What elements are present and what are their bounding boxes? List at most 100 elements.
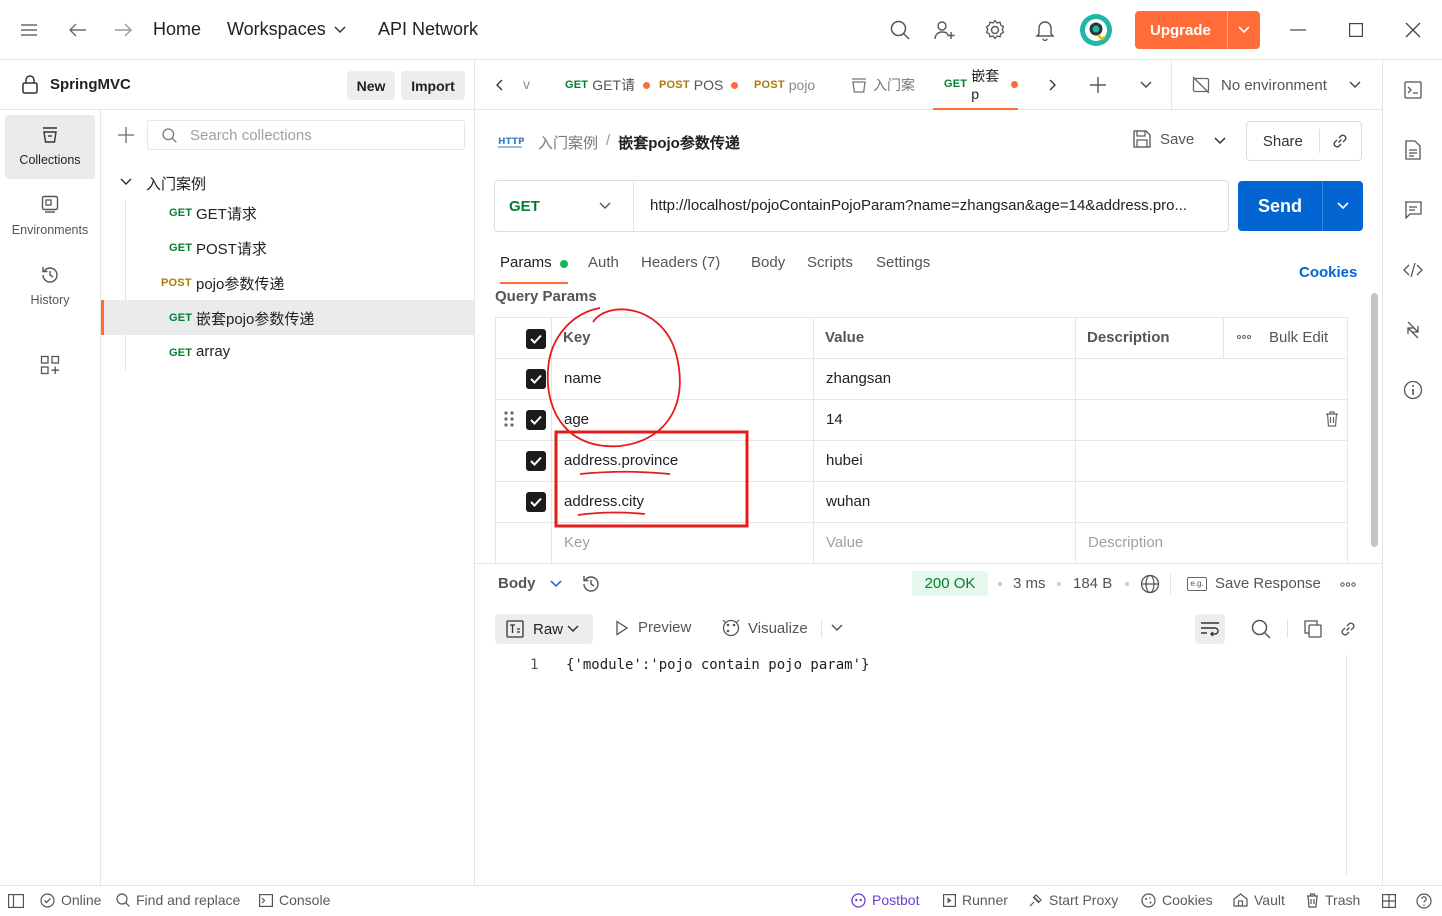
param-value[interactable]: hubei (826, 451, 863, 471)
param-key[interactable]: name (564, 369, 602, 389)
select-all-checkbox[interactable] (526, 329, 546, 349)
tab[interactable]: v (523, 76, 535, 92)
search-icon[interactable] (888, 18, 912, 42)
tab-settings[interactable]: Settings (876, 254, 930, 271)
cookies-link[interactable]: Cookies (1299, 264, 1357, 281)
search-icon[interactable] (1250, 618, 1272, 640)
workspaces-menu[interactable]: Workspaces (227, 19, 346, 40)
minimize-icon[interactable] (1286, 18, 1310, 42)
vault-button[interactable]: Vault (1233, 892, 1285, 908)
row-checkbox[interactable] (526, 369, 546, 389)
invite-user-icon[interactable] (933, 18, 957, 42)
method-select[interactable]: GET (495, 181, 634, 231)
row-checkbox[interactable] (526, 410, 546, 430)
network-globe-icon[interactable] (1140, 574, 1160, 594)
help-icon[interactable] (1416, 893, 1432, 909)
new-tab-plus-icon[interactable] (1088, 75, 1108, 95)
import-button[interactable]: Import (401, 71, 465, 100)
page-title[interactable]: 嵌套pojo参数传递 (618, 132, 740, 153)
copy-icon[interactable] (1302, 618, 1324, 640)
scrollbar[interactable] (1371, 293, 1378, 547)
add-collection-icon[interactable] (115, 124, 137, 146)
new-description-input[interactable]: Description (1088, 533, 1163, 553)
visualize-options-chevron-icon[interactable] (828, 619, 846, 637)
param-value[interactable]: 14 (826, 410, 843, 430)
tab-body[interactable]: Body (751, 254, 785, 271)
workspace-name[interactable]: SpringMVC (50, 76, 131, 93)
wrap-lines-toggle-icon[interactable] (1195, 614, 1225, 644)
avatar[interactable] (1080, 14, 1112, 46)
response-history-icon[interactable] (580, 573, 602, 595)
more-options-icon[interactable] (1237, 335, 1251, 339)
list-item[interactable]: GET POST请求 (101, 230, 474, 265)
tab-auth[interactable]: Auth (588, 254, 619, 271)
trash-button[interactable]: Trash (1306, 892, 1360, 908)
row-checkbox[interactable] (526, 492, 546, 512)
send-button[interactable]: Send (1238, 181, 1363, 231)
rail-item-environments[interactable]: Environments (5, 185, 95, 249)
link-icon[interactable] (1320, 132, 1361, 150)
chevron-down-icon[interactable] (1228, 26, 1260, 34)
variables-icon[interactable] (1402, 79, 1424, 101)
list-item[interactable]: GET array (101, 335, 474, 370)
rail-item-collections[interactable]: Collections (5, 115, 95, 179)
api-network-link[interactable]: API Network (378, 19, 478, 40)
tab[interactable]: GET GET请 (565, 60, 650, 110)
delete-trash-icon[interactable] (1325, 411, 1339, 427)
list-item-selected[interactable]: GET 嵌套pojo参数传递 (101, 300, 474, 335)
new-key-input[interactable]: Key (564, 533, 590, 553)
param-value[interactable]: zhangsan (826, 369, 891, 389)
tab[interactable]: POST POS (659, 60, 739, 110)
row-checkbox[interactable] (526, 451, 546, 471)
add-apps-icon[interactable] (38, 353, 62, 377)
tab-headers[interactable]: Headers (7) (641, 254, 720, 271)
list-item[interactable]: GET GET请求 (101, 195, 474, 230)
cookies-button[interactable]: Cookies (1141, 892, 1213, 908)
status-badge[interactable]: 200 OK (912, 571, 988, 596)
tab-active[interactable]: GET 嵌套p (933, 60, 1018, 110)
tab[interactable]: 入门案 (851, 60, 915, 110)
online-status[interactable]: Online (40, 892, 101, 908)
visualize-button[interactable]: Visualize (721, 618, 808, 638)
home-link[interactable]: Home (153, 19, 201, 40)
response-size[interactable]: 184 B (1073, 575, 1112, 592)
comments-icon[interactable] (1402, 199, 1424, 221)
environment-selector[interactable]: No environment (1171, 60, 1382, 110)
bulk-edit-button[interactable]: Bulk Edit (1269, 328, 1328, 348)
info-icon[interactable] (1402, 379, 1424, 401)
menu-icon[interactable] (16, 18, 42, 42)
notification-bell-icon[interactable] (1033, 18, 1057, 42)
forward-arrow-icon[interactable] (111, 18, 135, 42)
start-proxy-button[interactable]: Start Proxy (1028, 892, 1118, 908)
maximize-icon[interactable] (1344, 18, 1368, 42)
settings-gear-icon[interactable] (983, 18, 1007, 42)
find-replace-button[interactable]: Find and replace (116, 892, 240, 908)
layout-toggle-icon[interactable] (1382, 894, 1396, 908)
param-key[interactable]: address.city (564, 492, 644, 512)
param-key[interactable]: age (564, 410, 589, 430)
breadcrumb-parent[interactable]: 入门案例 (538, 132, 598, 153)
back-arrow-icon[interactable] (66, 18, 90, 42)
close-icon[interactable] (1401, 18, 1425, 42)
console-button[interactable]: Console (259, 892, 330, 908)
param-value[interactable]: wuhan (826, 492, 870, 512)
upgrade-button[interactable]: Upgrade (1135, 11, 1260, 49)
tab[interactable]: POST pojo (754, 60, 815, 110)
response-body-tab[interactable]: Body (498, 575, 562, 592)
tab-scroll-right-icon[interactable] (1043, 75, 1063, 95)
toggle-sidebar-icon[interactable] (8, 894, 24, 908)
search-collections-input[interactable]: Search collections (147, 120, 465, 150)
save-button[interactable]: Save (1133, 130, 1194, 148)
tab-scripts[interactable]: Scripts (807, 254, 853, 271)
postbot-button[interactable]: Postbot (851, 892, 919, 908)
runner-button[interactable]: Runner (943, 892, 1008, 908)
share-button[interactable]: Share (1246, 121, 1362, 161)
save-options-chevron-icon[interactable] (1210, 131, 1230, 151)
code-icon[interactable] (1402, 259, 1424, 281)
tab-overflow-chevron-icon[interactable] (1136, 75, 1156, 95)
chevron-down-icon[interactable] (1323, 202, 1363, 210)
more-options-icon[interactable] (1340, 582, 1356, 587)
list-item[interactable]: POST pojo参数传递 (101, 265, 474, 300)
response-body[interactable]: {'module':'pojo contain pojo param'} (566, 657, 869, 673)
related-collections-icon[interactable] (1402, 319, 1424, 341)
